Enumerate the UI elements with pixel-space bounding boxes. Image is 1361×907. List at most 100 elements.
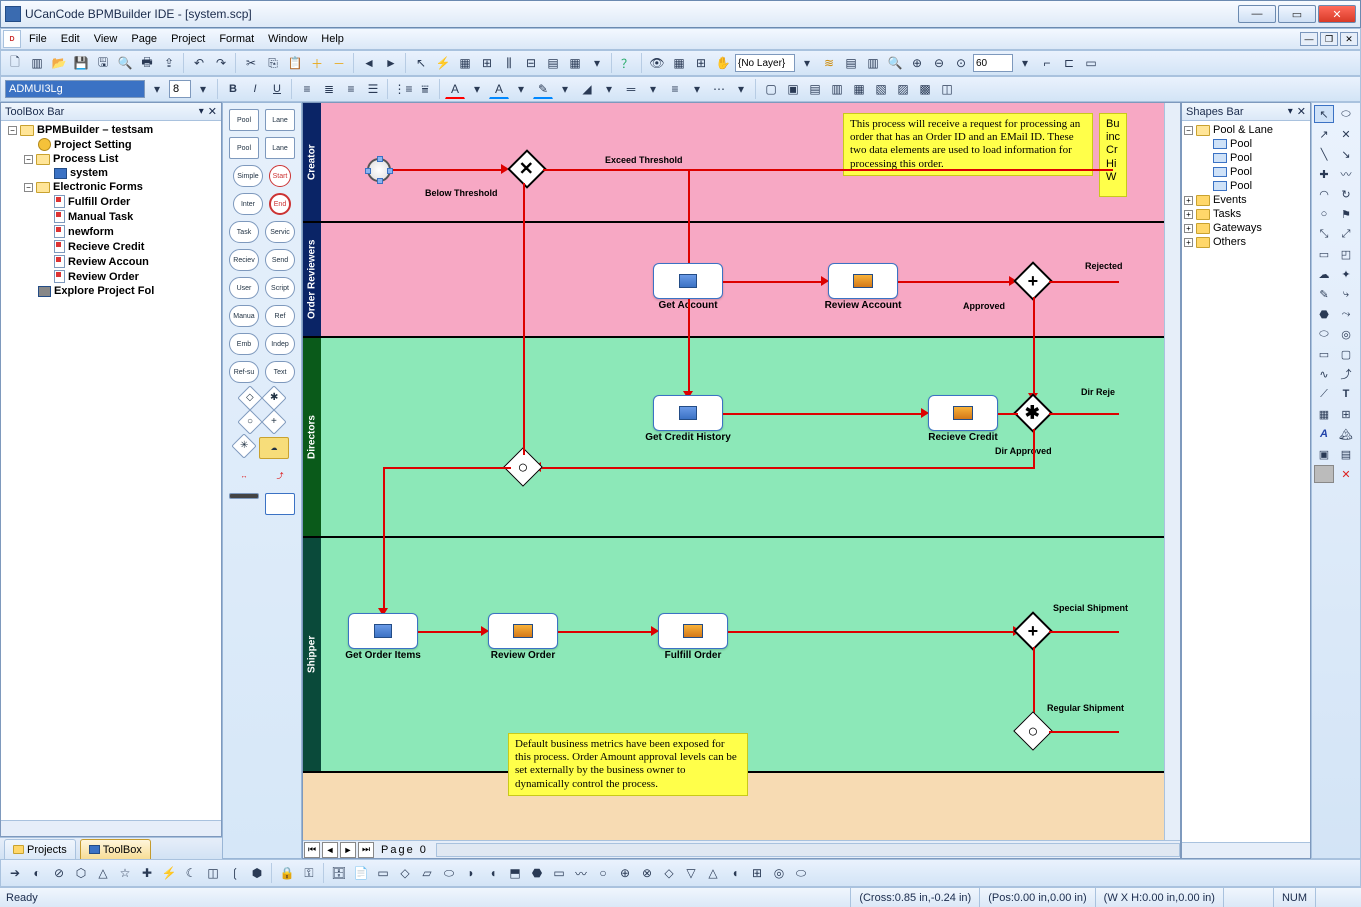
shape-noentry[interactable]: ⊘: [49, 863, 69, 883]
page-first[interactable]: ⏮: [304, 842, 320, 858]
tool-arc2[interactable]: ↻: [1336, 185, 1356, 203]
tool-conn2[interactable]: ⤢: [1336, 225, 1356, 243]
edge[interactable]: [688, 299, 690, 396]
line-style-dd[interactable]: ▾: [643, 79, 663, 99]
tool-bezier[interactable]: ∿: [1314, 365, 1334, 383]
border5-button[interactable]: ▧: [871, 79, 891, 99]
pin-icon[interactable]: ▾: [1288, 106, 1293, 117]
start-event[interactable]: [367, 158, 391, 182]
zoom-in-button[interactable]: ⊖: [929, 53, 949, 73]
line-weight-button[interactable]: ≡: [665, 79, 685, 99]
tool-cloud[interactable]: ☁: [1314, 265, 1334, 283]
shape-arrow-r[interactable]: ➔: [5, 863, 25, 883]
tool-arc[interactable]: ◠: [1314, 185, 1334, 203]
stencil-lane[interactable]: Lane: [265, 109, 295, 131]
border6-button[interactable]: ▨: [893, 79, 913, 99]
bullets-button[interactable]: ⋮≡: [393, 79, 413, 99]
edge[interactable]: [898, 281, 1013, 283]
mdi-minimize[interactable]: —: [1300, 32, 1318, 46]
stencil-start[interactable]: Start: [269, 165, 291, 187]
layers-button[interactable]: ≋: [819, 53, 839, 73]
annotation-2[interactable]: BuincCrHiW: [1099, 113, 1127, 197]
shape-cube[interactable]: ◫: [203, 863, 223, 883]
stencil-send[interactable]: Send: [265, 249, 295, 271]
tool-3d[interactable]: ▣: [1314, 445, 1334, 463]
dropdown-button[interactable]: ▾: [587, 53, 607, 73]
menu-help[interactable]: Help: [315, 31, 350, 47]
line-color-button[interactable]: ✎: [533, 79, 553, 99]
align-center-button[interactable]: ≣: [319, 79, 339, 99]
tool-conn4[interactable]: ⤳: [1336, 305, 1356, 323]
tool-path[interactable]: ⟋: [1314, 385, 1334, 403]
tool-node-edit[interactable]: ⬣: [1314, 305, 1334, 323]
border7-button[interactable]: ▩: [915, 79, 935, 99]
highlight-button[interactable]: A: [489, 79, 509, 99]
stencil-recieve[interactable]: Reciev: [229, 249, 259, 271]
shape-hex[interactable]: ⬡: [71, 863, 91, 883]
close-button[interactable]: ✕: [1318, 5, 1356, 23]
export-button[interactable]: ⇪: [159, 53, 179, 73]
stencil-gateway-o[interactable]: ○: [237, 409, 262, 434]
tree-project-setting[interactable]: Project Setting: [3, 137, 219, 152]
shapes-gateways[interactable]: +Gateways: [1184, 221, 1308, 235]
shape-cross[interactable]: ✚: [137, 863, 157, 883]
tool-swatch[interactable]: [1314, 465, 1334, 483]
fill-button[interactable]: ◢: [577, 79, 597, 99]
print-preview-button[interactable]: 🔍: [115, 53, 135, 73]
shapes-pool[interactable]: Pool: [1184, 137, 1308, 151]
shapes-tasks[interactable]: +Tasks: [1184, 207, 1308, 221]
shape-prep[interactable]: ⬣: [527, 863, 547, 883]
layout-button[interactable]: ⊞: [477, 53, 497, 73]
pin-icon[interactable]: ▾: [199, 106, 204, 117]
stencil-pool[interactable]: Pool: [229, 109, 259, 131]
shape-delay[interactable]: ◗: [461, 863, 481, 883]
shape-intern[interactable]: ⊞: [747, 863, 767, 883]
italic-button[interactable]: I: [245, 79, 265, 99]
edge[interactable]: [523, 183, 525, 455]
size-dropdown[interactable]: ▾: [193, 79, 213, 99]
shapes-pool[interactable]: Pool: [1184, 151, 1308, 165]
shape-tape[interactable]: 〰: [571, 863, 591, 883]
tool-text[interactable]: T: [1336, 385, 1356, 403]
border-none-button[interactable]: ▢: [761, 79, 781, 99]
edge[interactable]: [383, 467, 511, 469]
h-scrollbar[interactable]: [436, 843, 1180, 857]
zoom-input[interactable]: [973, 54, 1013, 72]
shape-manual[interactable]: ⬒: [505, 863, 525, 883]
ruler2-button[interactable]: ⊏: [1059, 53, 1079, 73]
shape-term[interactable]: ⬭: [439, 863, 459, 883]
tool-pencil[interactable]: ✎: [1314, 285, 1334, 303]
edge[interactable]: [1049, 281, 1119, 283]
v-scrollbar[interactable]: [1164, 103, 1180, 840]
remove-button[interactable]: －: [329, 53, 349, 73]
font-color-dd[interactable]: ▾: [467, 79, 487, 99]
stencil-refsu[interactable]: Ref-su: [229, 361, 259, 383]
shapes-pool[interactable]: Pool: [1184, 179, 1308, 193]
stencil-text[interactable]: Text: [265, 361, 295, 383]
edge[interactable]: [1049, 731, 1119, 733]
edge[interactable]: [1033, 297, 1035, 397]
stencil-blob[interactable]: ☁: [259, 437, 289, 459]
tool-burst[interactable]: ✦: [1336, 265, 1356, 283]
view-button[interactable]: 👁: [647, 53, 667, 73]
tree-form-recieve[interactable]: Recieve Credit: [3, 239, 219, 254]
annotation-3[interactable]: Default business metrics have been expos…: [508, 733, 748, 796]
bold-button[interactable]: B: [223, 79, 243, 99]
pan-button[interactable]: ✋: [713, 53, 733, 73]
stencil-lane-v[interactable]: Lane: [265, 137, 295, 159]
stencil-gateway-x[interactable]: ◇: [237, 385, 262, 410]
tool-cross[interactable]: ✚: [1314, 165, 1334, 183]
next-button[interactable]: ►: [381, 53, 401, 73]
tool-callout[interactable]: ▭: [1314, 245, 1334, 263]
line-weight-dd[interactable]: ▾: [687, 79, 707, 99]
shape-bolt[interactable]: ⚡: [159, 863, 179, 883]
save-all-button[interactable]: 🖫: [93, 53, 113, 73]
diagram-canvas[interactable]: Creator Order Reviewers Directors Shippe…: [303, 103, 1164, 840]
shape-direct[interactable]: ⬭: [791, 863, 811, 883]
edge[interactable]: [418, 631, 483, 633]
tool-arrow[interactable]: ↘: [1336, 145, 1356, 163]
tool-roundrect[interactable]: ▢: [1336, 345, 1356, 363]
zoom-dropdown[interactable]: ▾: [1015, 53, 1035, 73]
tree-form-fulfill[interactable]: Fulfill Order: [3, 194, 219, 209]
zoom-100-button[interactable]: ⊕: [907, 53, 927, 73]
